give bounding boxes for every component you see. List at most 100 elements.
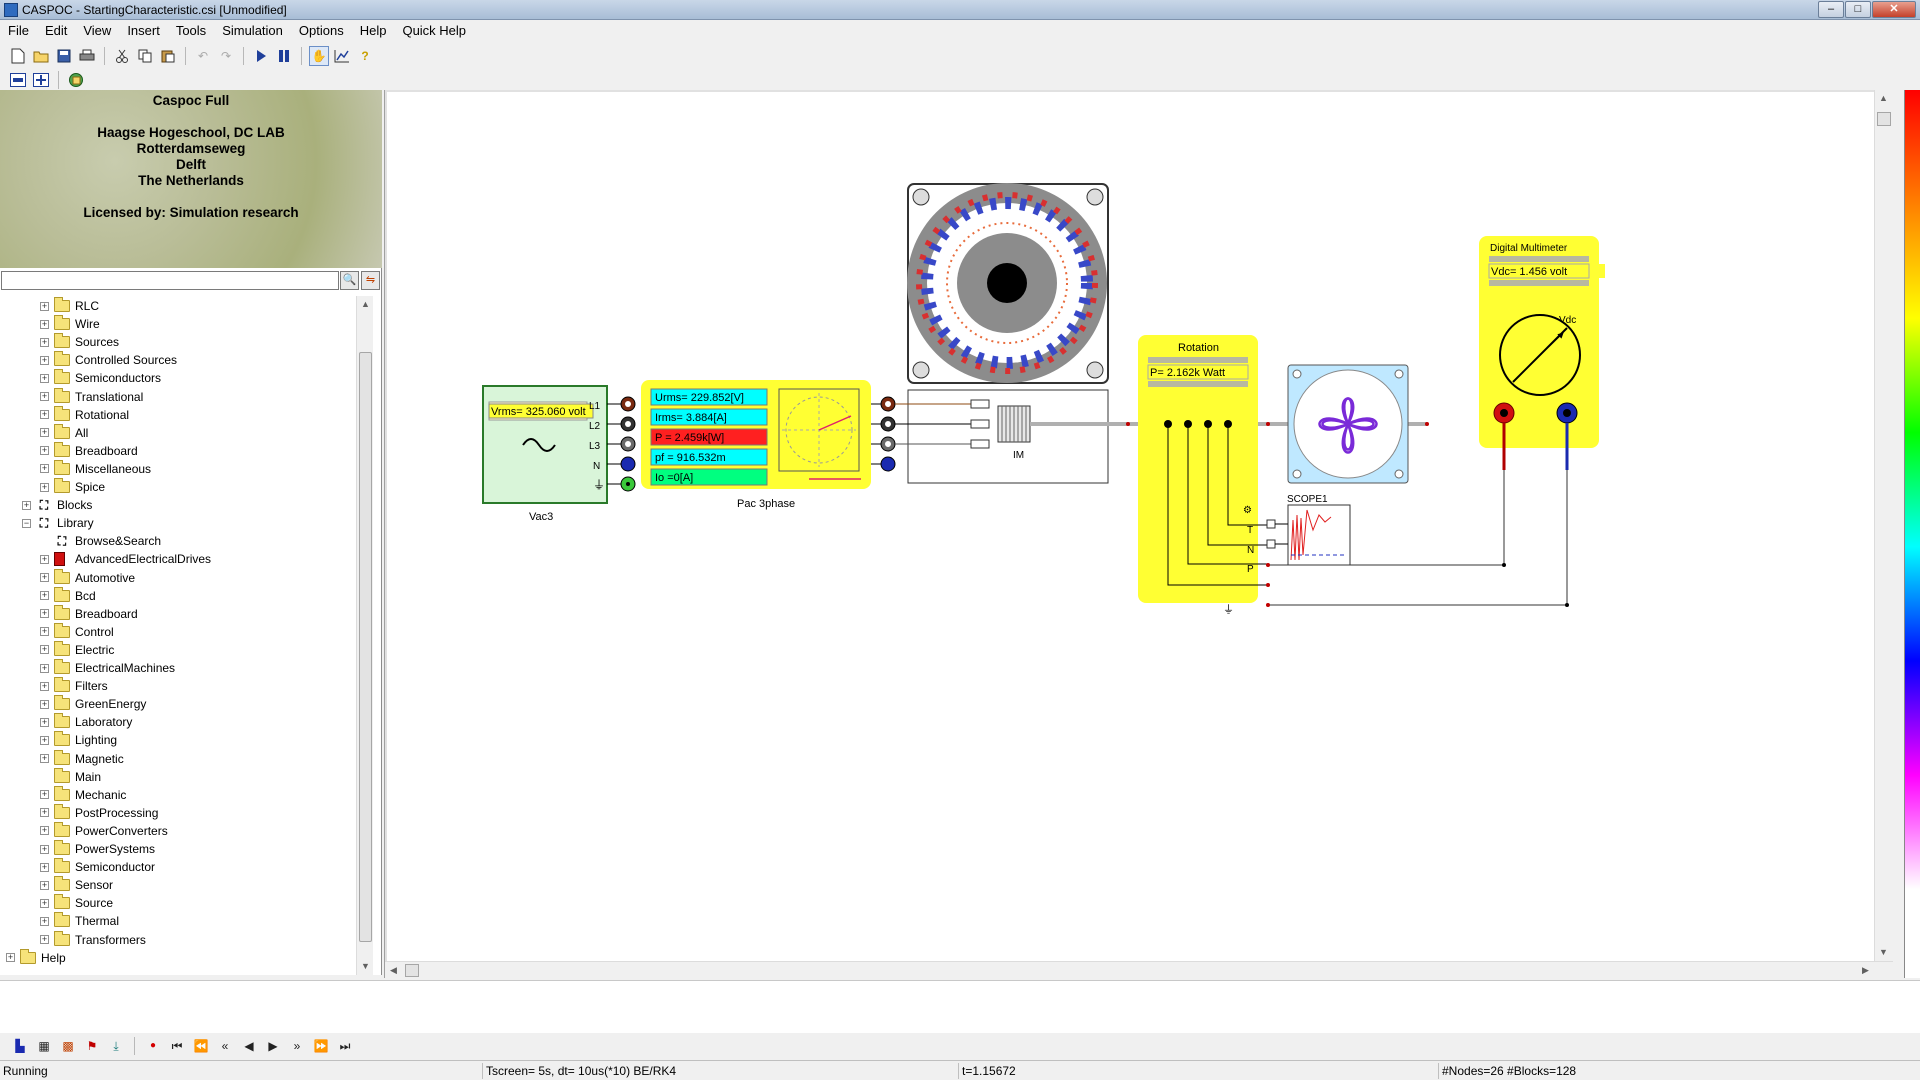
tree-item-library[interactable]: − ⛶ Library [22,514,94,532]
print-button[interactable] [77,46,97,66]
tree-item-blocks[interactable]: + ⛶ Blocks [22,496,92,514]
zoom-fit-icon[interactable] [31,70,51,90]
tree-item-transformers[interactable]: + Transformers [40,930,146,949]
tree-expander-icon[interactable]: + [40,446,49,456]
scroll-up-icon[interactable]: ▲ [357,296,374,313]
tree-item-lighting[interactable]: + Lighting [40,731,117,749]
record-icon[interactable]: ● [143,1036,163,1056]
tree-expander-icon[interactable]: + [40,862,49,872]
save-button[interactable] [54,46,74,66]
tree-item-main[interactable]: Main [40,767,101,786]
tree-item-postprocessing[interactable]: + PostProcessing [40,803,158,822]
tree-item-browse-search[interactable]: ⛶ Browse&Search [40,532,161,550]
tree-item-powersystems[interactable]: + PowerSystems [40,840,155,858]
tree-item-sensor[interactable]: + Sensor [40,876,113,894]
canvas-vertical-scrollbar[interactable]: ▲ ▼ [1874,90,1892,978]
tree-item-thermal[interactable]: + Thermal [40,912,119,930]
tree-item-rotational[interactable]: + Rotational [40,405,129,424]
tree-expander-icon[interactable]: + [40,627,49,637]
open-folder-button[interactable] [31,46,51,66]
tree-item-advancedelectricaldrives[interactable]: + AdvancedElectricalDrives [40,550,211,568]
scroll-down-icon[interactable]: ▼ [1875,944,1892,961]
zoom-100-icon[interactable] [8,70,28,90]
search-icon[interactable]: 🔍 [340,271,359,290]
tree-expander-icon[interactable]: + [40,826,49,836]
vac3-source-block[interactable]: Vrms= 325.060 volt L1 L2 L3 N ⏚ Vac3 [482,385,608,523]
copy-button[interactable] [135,46,155,66]
tree-item-wire[interactable]: + Wire [40,315,100,333]
tree-expander-icon[interactable]: + [40,410,49,420]
tree-item-translational[interactable]: + Translational [40,387,143,406]
menu-options[interactable]: Options [291,21,352,41]
counter-icon[interactable]: ▩ [58,1036,78,1056]
tree-item-source[interactable]: + Source [40,894,113,912]
scroll-left-icon[interactable]: ◀ [385,962,402,979]
schematic-canvas[interactable]: Vrms= 325.060 volt L1 L2 L3 N ⏚ Vac3 Urm… [384,90,1893,978]
tree-expander-icon[interactable]: + [40,735,49,745]
tree-item-help[interactable]: + Help [6,948,66,967]
tree-expander-icon[interactable]: + [40,898,49,908]
tree-expander-icon[interactable]: + [40,392,49,401]
vac3-output-pins[interactable] [607,396,636,492]
tree-expander-icon[interactable]: + [40,554,49,564]
tree-expander-icon[interactable]: − [22,518,31,528]
new-file-button[interactable] [8,46,28,66]
tree-expander-icon[interactable]: + [40,573,49,582]
tree-expander-icon[interactable]: + [40,591,49,601]
fan-load[interactable] [1287,364,1409,484]
tree-item-semiconductors[interactable]: + Semiconductors [40,369,161,387]
tree-expander-icon[interactable]: + [40,880,49,890]
tree-expander-icon[interactable]: + [40,319,49,329]
tree-item-miscellaneous[interactable]: + Miscellaneous [40,459,151,478]
pause-simulation-button[interactable] [274,46,294,66]
tree-item-bcd[interactable]: + Bcd [40,586,96,605]
tree-item-breadboard[interactable]: + Breadboard [40,441,138,460]
tree-expander-icon[interactable]: + [40,373,49,383]
tree-item-automotive[interactable]: + Automotive [40,568,135,587]
menu-simulation[interactable]: Simulation [214,21,291,41]
library-globe-icon[interactable] [66,70,86,90]
tree-item-all[interactable]: + All [40,423,88,442]
minimize-button[interactable]: – [1818,1,1844,18]
search-options-icon[interactable]: ⇋ [361,271,380,290]
motor-cross-section[interactable] [907,183,1109,384]
menu-edit[interactable]: Edit [37,21,75,41]
tree-expander-icon[interactable]: + [22,500,31,510]
tree-expander-icon[interactable]: + [40,681,49,691]
pac-3phase-module[interactable]: Urms= 229.852[V] Irms= 3.884[A] P = 2.45… [641,380,871,510]
tree-expander-icon[interactable]: + [40,428,49,438]
forward-icon[interactable]: » [287,1036,307,1056]
tree-item-greenenergy[interactable]: + GreenEnergy [40,695,146,713]
export-icon[interactable]: ▙ [10,1036,30,1056]
tree-expander-icon[interactable]: + [40,355,49,365]
canvas-hscroll-thumb[interactable] [405,964,419,977]
scope-block[interactable]: SCOPE1 [1266,494,1351,566]
menu-view[interactable]: View [75,21,119,41]
library-search-input[interactable] [1,271,339,290]
tree-expander-icon[interactable]: + [40,663,49,673]
tree-item-spice[interactable]: + Spice [40,478,105,496]
tree-expander-icon[interactable]: + [40,699,49,709]
tree-expander-icon[interactable]: + [40,464,49,474]
menu-insert[interactable]: Insert [119,21,168,41]
pac-output-pins[interactable] [871,396,896,472]
table-icon[interactable]: ▦ [34,1036,54,1056]
first-frame-icon[interactable]: ⏮ [167,1036,187,1056]
tree-expander-icon[interactable]: + [40,609,49,619]
tree-item-laboratory[interactable]: + Laboratory [40,713,132,731]
rewind-icon[interactable]: « [215,1036,235,1056]
tree-item-rlc[interactable]: + RLC [40,297,99,315]
flag-icon[interactable]: ⚑ [82,1036,102,1056]
menu-help[interactable]: Help [352,21,395,41]
tree-scrollbar[interactable]: ▲ ▼ [356,296,373,975]
menu-quick-help[interactable]: Quick Help [394,21,474,41]
tree-item-electric[interactable]: + Electric [40,640,114,659]
hand-tool-icon[interactable]: ✋ [309,46,329,66]
tree-expander-icon[interactable]: + [40,844,49,854]
digital-multimeter[interactable]: Digital Multimeter Vdc= 1.456 volt Vdc [1479,236,1605,470]
play-icon[interactable]: ▶ [263,1036,283,1056]
tree-scroll-thumb[interactable] [359,352,372,942]
canvas-horizontal-scrollbar[interactable]: ◀ ▶ [385,961,1893,978]
tree-item-breadboard[interactable]: + Breadboard [40,604,138,623]
tree-item-magnetic[interactable]: + Magnetic [40,749,124,768]
